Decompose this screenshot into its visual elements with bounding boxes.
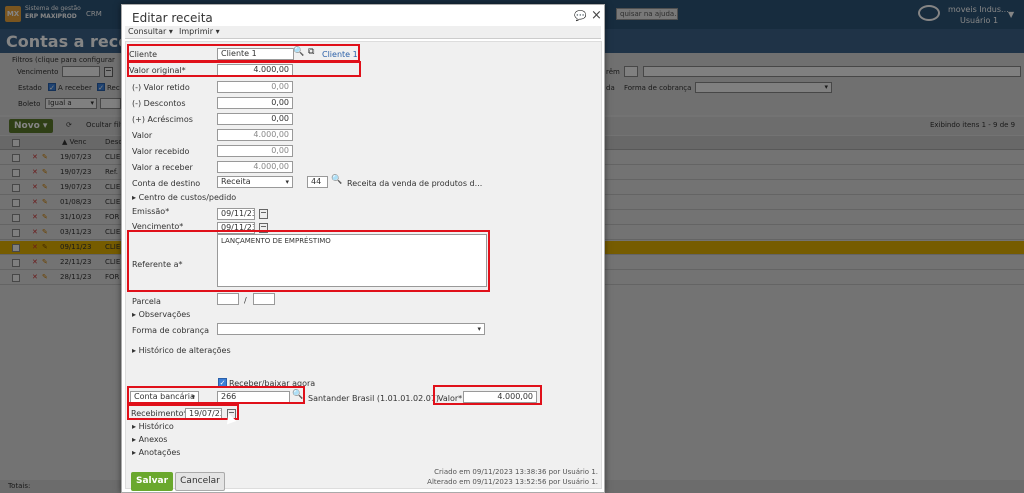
close-icon[interactable]: ×: [591, 8, 602, 23]
valor-input: 4.000,00: [217, 129, 293, 141]
forma-cobranca-label: Forma de cobrança: [132, 326, 210, 335]
observacoes-expander[interactable]: ▸ Observações: [132, 310, 190, 319]
descontos-input[interactable]: 0,00: [217, 97, 293, 109]
valor-retido-input: 0,00: [217, 81, 293, 93]
conta-destino-label: Conta de destino: [132, 179, 201, 188]
acrescimos-input[interactable]: 0,00: [217, 113, 293, 125]
conta-codigo-input[interactable]: 44: [307, 176, 328, 188]
highlight-referente: [127, 230, 490, 292]
valor-label: Valor: [132, 131, 153, 140]
updated-info: Alterado em 09/11/2023 13:52:56 por Usuá…: [427, 478, 598, 486]
highlight-conta-bancaria: [127, 386, 305, 404]
forma-cobranca-select[interactable]: ▾: [217, 323, 485, 335]
highlight-valor-pagamento: [433, 385, 542, 405]
menu-imprimir[interactable]: Imprimir ▾: [179, 27, 220, 36]
historico-alteracoes-expander[interactable]: ▸ Histórico de alterações: [132, 346, 231, 355]
emissao-input[interactable]: 09/11/23: [217, 208, 255, 220]
conta-destino-select[interactable]: Receita ▾: [217, 176, 293, 188]
valor-receber-input: 4.000,00: [217, 161, 293, 173]
conta-descricao: Receita da venda de produtos d...: [347, 179, 483, 188]
descontos-label: (-) Descontos: [132, 99, 186, 108]
conta-bancaria-desc: Santander Brasil (1.01.01.02.07): [308, 394, 440, 403]
edit-receita-dialog: Editar receita 💬 × Consultar ▾ Imprimir …: [121, 4, 605, 493]
valor-retido-label: (-) Valor retido: [132, 83, 190, 92]
menu-consultar[interactable]: Consultar ▾: [128, 27, 173, 36]
highlight-valor-original: [127, 61, 361, 77]
created-info: Criado em 09/11/2023 13:38:36 por Usuári…: [434, 468, 598, 476]
save-button[interactable]: Salvar: [131, 472, 173, 491]
centro-custos-expander[interactable]: ▸ Centro de custos/pedido: [132, 193, 236, 202]
acrescimos-label: (+) Acréscimos: [132, 115, 193, 124]
emissao-label: Emissão*: [132, 207, 170, 216]
parcela-total-input[interactable]: [253, 293, 275, 305]
parcela-separator: /: [244, 296, 247, 305]
anotacoes-expander[interactable]: ▸ Anotações: [132, 448, 180, 457]
highlight-recebimento: [127, 404, 239, 420]
receita-form: Cliente Cliente 1 🔍 ⧉ Cliente 1 Valor or…: [125, 41, 602, 491]
historico-expander[interactable]: ▸ Histórico: [132, 422, 174, 431]
highlight-cliente: [127, 44, 360, 62]
dialog-menubar: Consultar ▾ Imprimir ▾: [125, 26, 601, 39]
valor-recebido-input: 0,00: [217, 145, 293, 157]
valor-recebido-label: Valor recebido: [132, 147, 190, 156]
dialog-title: Editar receita: [132, 11, 213, 25]
valor-receber-label: Valor a receber: [132, 163, 193, 172]
calendar-icon[interactable]: [259, 209, 268, 219]
anexos-expander[interactable]: ▸ Anexos: [132, 435, 167, 444]
chat-icon[interactable]: 💬: [574, 11, 586, 22]
search-icon[interactable]: 🔍: [331, 175, 342, 185]
parcela-input[interactable]: [217, 293, 239, 305]
cancel-button[interactable]: Cancelar: [175, 472, 225, 491]
parcela-label: Parcela: [132, 297, 161, 306]
